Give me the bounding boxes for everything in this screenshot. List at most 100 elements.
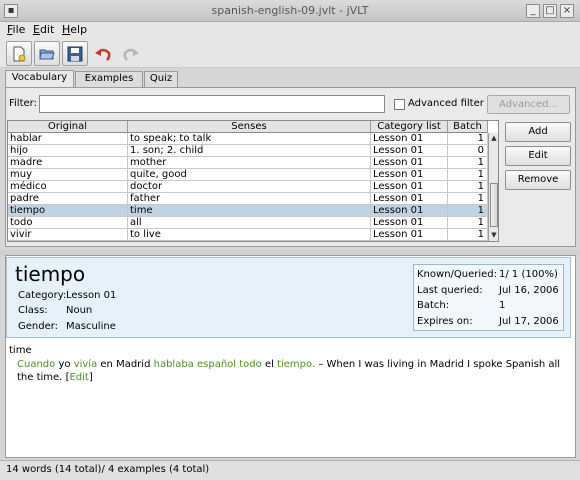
status-bar: 14 words (14 total)/ 4 examples (4 total… [0,460,580,480]
table-row[interactable]: tiempo time Lesson 01 1 [8,205,488,217]
filter-input[interactable] [39,95,385,113]
cell-senses: quite, good [128,169,371,181]
cell-senses: father [128,193,371,205]
cell-category: Lesson 01 [371,145,448,157]
edit-button[interactable]: Edit [505,146,571,166]
status-text: 14 words (14 total)/ 4 examples (4 total… [6,464,210,475]
column-category-list[interactable]: Category list [371,121,448,133]
maximize-icon[interactable]: □ [543,4,557,18]
cell-senses: time [128,205,371,217]
scroll-up-icon[interactable]: ▲ [489,133,498,144]
cell-senses: doctor [128,181,371,193]
table-row[interactable]: vivir to live Lesson 01 1 [8,229,488,241]
table-row[interactable]: todo all Lesson 01 1 [8,217,488,229]
cell-original: todo [8,217,128,229]
menu-edit[interactable]: Edit [33,23,54,36]
cell-senses: 1. son; 2. child [128,145,371,157]
cell-category: Lesson 01 [371,193,448,205]
cell-original: vivir [8,229,128,241]
cell-category: Lesson 01 [371,229,448,241]
gender-label: Gender: [18,321,59,332]
tab-vocabulary[interactable]: Vocabulary [5,70,74,87]
cell-senses: all [128,217,371,229]
cell-senses: to live [128,229,371,241]
window-title: spanish-english-09.jvlt - jVLT [211,4,369,17]
add-button[interactable]: Add [505,122,571,142]
example-text: en Madrid [100,359,151,370]
menu-help[interactable]: Help [62,23,87,36]
cell-batch: 1 [448,133,488,145]
filter-label: Filter: [9,98,37,109]
table-scrollbar[interactable]: ▲ ▼ [488,133,498,241]
example-text: yo [58,359,71,370]
batch-label: Batch: [417,300,450,311]
redo-button[interactable] [118,41,144,66]
undo-button[interactable] [90,41,116,66]
cell-category: Lesson 01 [371,133,448,145]
table-row[interactable]: médico doctor Lesson 01 1 [8,181,488,193]
category-value: Lesson 01 [66,290,117,301]
toolbar [0,38,580,68]
new-file-icon [13,46,26,61]
cell-category: Lesson 01 [371,181,448,193]
menu-file[interactable]: File [7,23,25,36]
class-value: Noun [66,305,93,316]
expires-on-label: Expires on: [417,316,473,327]
advanced-filter-checkbox[interactable] [394,99,405,110]
example-edit-link[interactable]: Edit [69,372,88,383]
cell-category: Lesson 01 [371,157,448,169]
example-word-link[interactable]: tiempo. [277,359,315,370]
cell-original: médico [8,181,128,193]
batch-value: 1 [499,300,506,311]
advanced-filter-label: Advanced filter [408,98,484,109]
table-row[interactable]: hablar to speak; to talk Lesson 01 1 [8,133,488,145]
example-edit: [Edit] [65,372,93,383]
cell-batch: 1 [448,229,488,241]
gender-value: Masculine [66,321,116,332]
scroll-down-icon[interactable]: ▼ [489,230,498,241]
table-row[interactable]: muy quite, good Lesson 01 1 [8,169,488,181]
example-word-link[interactable]: Cuando [17,359,55,370]
menu-bar: File Edit Help [0,22,580,38]
cell-category: Lesson 01 [371,205,448,217]
open-folder-icon [39,49,55,59]
column-batch[interactable]: Batch [448,121,488,133]
entry-word: tiempo [15,262,86,286]
redo-icon [123,48,139,61]
example-word-link[interactable]: vivía [74,359,98,370]
save-disk-icon [67,46,83,61]
expires-on-value: Jul 17, 2006 [499,316,559,327]
remove-button[interactable]: Remove [505,170,571,190]
last-queried-value: Jul 16, 2006 [499,285,559,296]
example-word-link[interactable]: hablaba español todo [154,359,262,370]
cell-batch: 1 [448,181,488,193]
advanced-button[interactable]: Advanced... [487,95,570,114]
table-row[interactable]: padre father Lesson 01 1 [8,193,488,205]
cell-batch: 1 [448,217,488,229]
tab-quiz[interactable]: Quiz [144,71,178,87]
open-button[interactable] [34,41,60,66]
tab-examples[interactable]: Examples [75,71,143,87]
scroll-thumb[interactable] [490,183,498,227]
minimize-icon[interactable]: _ [526,4,540,18]
save-button[interactable] [62,41,88,66]
close-icon[interactable]: × [560,4,574,18]
column-senses[interactable]: Senses [128,121,371,133]
word-table: Original Senses Category list Batch habl… [7,120,499,242]
table-row[interactable]: madre mother Lesson 01 1 [8,157,488,169]
cell-original: padre [8,193,128,205]
table-row[interactable]: hijo 1. son; 2. child Lesson 01 0 [8,145,488,157]
cell-category: Lesson 01 [371,217,448,229]
cell-original: hijo [8,145,128,157]
column-original[interactable]: Original [8,121,128,133]
cell-category: Lesson 01 [371,169,448,181]
cell-senses: mother [128,157,371,169]
known-queried-label: Known/Queried: [417,269,498,280]
example-text: el [264,359,274,370]
last-queried-label: Last queried: [417,285,483,296]
new-button[interactable] [6,41,32,66]
cell-senses: to speak; to talk [128,133,371,145]
title-bar: ▪ spanish-english-09.jvlt - jVLT _ □ × [0,0,580,22]
table-header: Original Senses Category list Batch [8,121,488,133]
class-label: Class: [18,305,48,316]
